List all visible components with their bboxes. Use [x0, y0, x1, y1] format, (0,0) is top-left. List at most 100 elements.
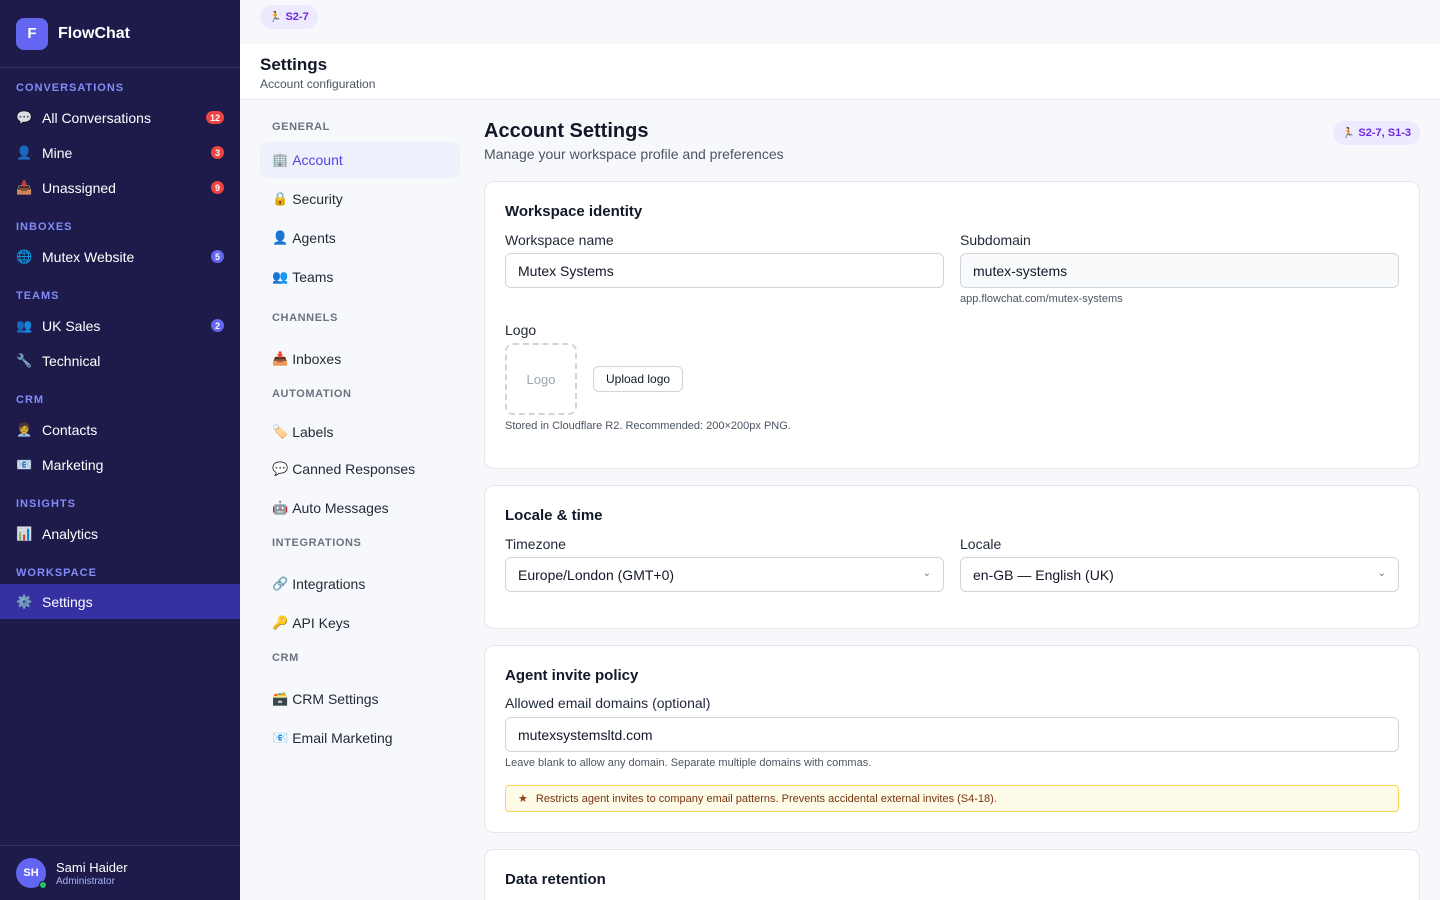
settings-nav-teams[interactable]: 👥 Teams — [260, 259, 460, 295]
settings-nav-account[interactable]: 🏢 Account — [260, 142, 460, 178]
email-icon: 📧 — [16, 456, 33, 472]
settings-nav-labels[interactable]: 🏷️ Labels — [260, 414, 460, 450]
notice-text: Restricts agent invites to company email… — [535, 792, 997, 805]
online-status-dot — [39, 881, 47, 889]
team-icon: 👥 — [16, 317, 33, 333]
settings-section-channels: CHANNELS — [272, 312, 338, 324]
bar-chart-icon: 📊 — [16, 525, 33, 541]
settings-nav-label: Labels — [292, 424, 334, 440]
sprint-pill: 🏃 S2-7, S1-3 — [1332, 121, 1420, 145]
settings-nav-label: Security — [292, 191, 343, 207]
lock-icon: 🔒 — [272, 191, 289, 206]
locale-time-card: Locale & time Timezone Europe/London (GM… — [484, 485, 1420, 629]
wrench-icon: 🔧 — [16, 352, 33, 368]
section-conversations: CONVERSATIONS — [16, 82, 125, 94]
locale-value: en-GB — English (UK) — [973, 566, 1114, 583]
settings-nav-label: Agents — [292, 230, 336, 246]
logo-label: Logo — [505, 322, 537, 338]
settings-nav-inboxes[interactable]: 📥 Inboxes — [260, 341, 460, 377]
locale-label: Locale — [960, 536, 1002, 552]
top-strip: 🏃 S2-7 — [240, 0, 1440, 44]
sidebar-item-technical[interactable]: 🔧 Technical — [0, 343, 240, 378]
timezone-select[interactable]: Europe/London (GMT+0) ⌄ — [505, 557, 944, 592]
sidebar-item-label: Contacts — [42, 421, 98, 438]
tag-icon: 🏷️ — [272, 424, 289, 439]
settings-nav-security[interactable]: 🔒 Security — [260, 181, 460, 217]
section-teams: TEAMS — [16, 290, 60, 302]
sidebar: F FlowChat CONVERSATIONS 💬 All Conversat… — [0, 0, 240, 900]
count-badge: 2 — [210, 319, 224, 332]
sprint-pill-label: S2-7 — [285, 11, 309, 23]
section-subtitle: Manage your workspace profile and prefer… — [484, 146, 784, 162]
section-inboxes: INBOXES — [16, 221, 73, 233]
user-profile[interactable]: SH Sami Haider Administrator — [0, 845, 240, 900]
runner-icon: 🏃 — [1341, 127, 1355, 139]
sidebar-item-label: UK Sales — [42, 317, 101, 334]
settings-nav: GENERAL 🏢 Account 🔒 Security 👤 Agents 👥 … — [240, 100, 480, 900]
runner-icon: 🏃 — [269, 11, 282, 23]
settings-nav-label: Auto Messages — [292, 500, 389, 516]
workspace-identity-card: Workspace identity Workspace name Mutex … — [484, 181, 1420, 469]
sidebar-item-all-conversations[interactable]: 💬 All Conversations 12 — [0, 100, 240, 135]
settings-nav-label: Account — [292, 152, 343, 168]
settings-section-general: GENERAL — [272, 121, 330, 133]
inbox-tray-icon: 📥 — [16, 179, 33, 195]
settings-section-automation: AUTOMATION — [272, 388, 352, 400]
settings-nav-canned-responses[interactable]: 💬 Canned Responses — [260, 451, 460, 487]
section-crm: CRM — [16, 394, 45, 406]
avatar-initials: SH — [23, 867, 39, 879]
robot-icon: 🤖 — [272, 500, 289, 515]
page-header: Settings Account configuration — [240, 44, 1440, 100]
building-icon: 🏢 — [272, 152, 289, 167]
user-role: Administrator — [56, 875, 115, 887]
settings-nav-label: Teams — [292, 269, 334, 285]
sidebar-item-label: Analytics — [42, 525, 99, 542]
settings-nav-integrations[interactable]: 🔗 Integrations — [260, 566, 460, 602]
user-icon: 👤 — [272, 230, 289, 245]
workspace-name-input[interactable]: Mutex Systems — [505, 253, 944, 288]
allowed-domains-input[interactable]: mutexsystemsltd.com — [505, 717, 1399, 752]
card-title: Data retention — [505, 871, 606, 888]
locale-select[interactable]: en-GB — English (UK) ⌄ — [960, 557, 1399, 592]
sidebar-item-label: Technical — [42, 352, 101, 369]
settings-nav-agents[interactable]: 👤 Agents — [260, 220, 460, 256]
sidebar-item-analytics[interactable]: 📊 Analytics — [0, 516, 240, 551]
sidebar-item-unassigned[interactable]: 📥 Unassigned 9 — [0, 170, 240, 205]
brand[interactable]: F FlowChat — [0, 0, 240, 68]
sidebar-item-contacts[interactable]: 🧑‍💼 Contacts — [0, 412, 240, 447]
key-icon: 🔑 — [272, 615, 289, 630]
star-icon: ★ — [518, 793, 528, 805]
user-name: Sami Haider — [56, 859, 128, 875]
sidebar-item-mine[interactable]: 👤 Mine 3 — [0, 135, 240, 170]
sidebar-item-mutex-website[interactable]: 🌐 Mutex Website 5 — [0, 239, 240, 274]
subdomain-input[interactable]: mutex-systems — [960, 253, 1399, 288]
upload-logo-button[interactable]: Upload logo — [593, 366, 684, 392]
allowed-domains-help: Leave blank to allow any domain. Separat… — [505, 757, 872, 769]
account-settings-panel: Account Settings Manage your workspace p… — [484, 100, 1420, 900]
settings-nav-crm-settings[interactable]: 🗃️ CRM Settings — [260, 681, 460, 717]
invite-policy-notice: ★ Restricts agent invites to company ema… — [505, 785, 1399, 812]
allowed-domains-label: Allowed email domains (optional) — [505, 695, 711, 711]
settings-nav-email-marketing[interactable]: 📧 Email Marketing — [260, 720, 460, 756]
sprint-pill: 🏃 S2-7 — [260, 5, 318, 29]
sidebar-item-marketing[interactable]: 📧 Marketing — [0, 447, 240, 482]
sidebar-item-label: Mutex Website — [42, 248, 135, 265]
logo-help-text: Stored in Cloudflare R2. Recommended: 20… — [505, 420, 791, 432]
count-badge: 5 — [210, 250, 224, 263]
chat-icon: 💬 — [16, 109, 33, 125]
count-badge: 12 — [205, 111, 224, 124]
chevron-down-icon: ⌄ — [922, 568, 931, 579]
section-workspace: WORKSPACE — [16, 567, 97, 579]
settings-nav-auto-messages[interactable]: 🤖 Auto Messages — [260, 490, 460, 526]
settings-nav-api-keys[interactable]: 🔑 API Keys — [260, 605, 460, 641]
team-icon: 👥 — [272, 269, 289, 284]
page-subtitle: Account configuration — [260, 77, 376, 91]
card-file-box-icon: 🗃️ — [272, 691, 289, 706]
sidebar-item-uk-sales[interactable]: 👥 UK Sales 2 — [0, 308, 240, 343]
chevron-down-icon: ⌄ — [1377, 568, 1386, 579]
logo-placeholder[interactable]: Logo — [505, 343, 577, 415]
sidebar-item-settings[interactable]: ⚙️ Settings — [0, 584, 240, 619]
section-title: Account Settings — [484, 120, 649, 142]
globe-icon: 🌐 — [16, 248, 33, 264]
card-title: Agent invite policy — [505, 667, 639, 684]
